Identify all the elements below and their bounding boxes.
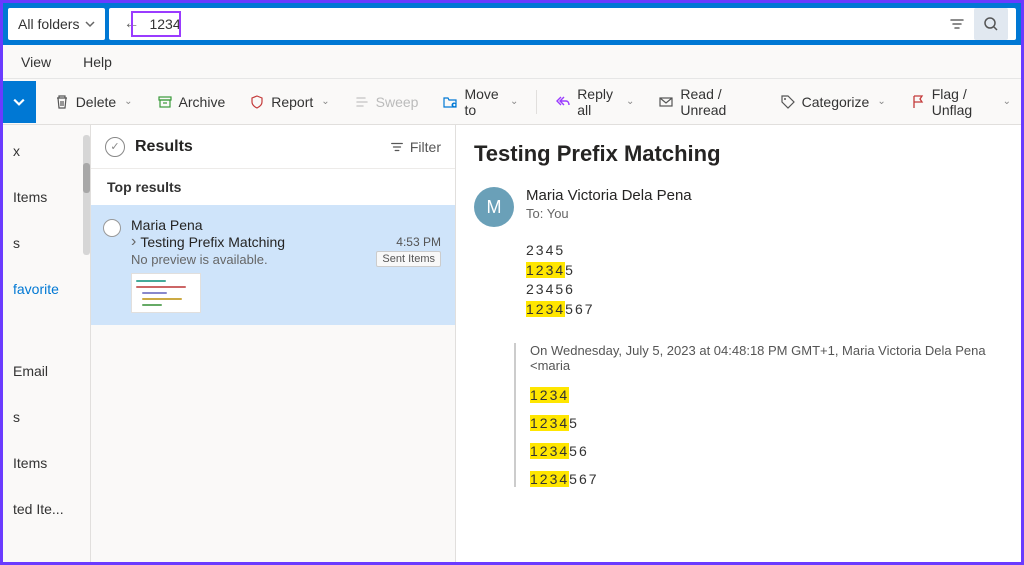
- archive-button[interactable]: Archive: [147, 86, 236, 118]
- shield-icon: [249, 94, 265, 110]
- search-scope-label: All folders: [18, 16, 79, 32]
- trash-icon: [54, 94, 70, 110]
- message-body: 234512345234561234567: [526, 241, 1003, 319]
- list-section-header: Top results: [91, 169, 455, 205]
- folder-item[interactable]: s: [9, 401, 90, 433]
- message-time: 4:53 PM: [396, 235, 441, 249]
- message-sender: Maria Pena: [131, 217, 441, 233]
- folder-item-favorite[interactable]: favorite: [9, 273, 90, 305]
- filter-button[interactable]: Filter: [390, 139, 441, 155]
- chevron-down-icon: [85, 19, 95, 29]
- reply-meta: On Wednesday, July 5, 2023 at 04:48:18 P…: [530, 343, 1003, 373]
- reading-subject: Testing Prefix Matching: [474, 141, 1003, 167]
- menu-bar: View Help: [3, 45, 1021, 79]
- chevron-down-icon: [13, 96, 25, 108]
- select-all-checkbox[interactable]: ✓: [105, 137, 125, 157]
- folder-move-icon: [442, 94, 458, 110]
- flag-icon: [910, 94, 926, 110]
- move-to-button[interactable]: Move to ⌄: [432, 86, 528, 118]
- filter-icon: [390, 140, 404, 154]
- menu-view[interactable]: View: [21, 54, 51, 70]
- sent-arrow-icon: ›: [131, 233, 136, 251]
- message-preview: No preview is available.: [131, 252, 376, 267]
- reply-body: 1234123451234561234567: [530, 387, 1003, 487]
- search-bar: All folders ←: [3, 3, 1021, 45]
- flag-button[interactable]: Flag / Unflag ⌄: [900, 86, 1021, 118]
- search-scope-dropdown[interactable]: All folders: [8, 8, 105, 40]
- from-name: Maria Victoria Dela Pena: [526, 187, 692, 204]
- message-folder-badge: Sent Items: [376, 251, 441, 267]
- chevron-down-icon: ⌄: [877, 96, 885, 107]
- report-button[interactable]: Report ⌄: [239, 86, 339, 118]
- read-unread-button[interactable]: Read / Unread: [648, 86, 765, 118]
- folder-scrollbar[interactable]: [83, 135, 90, 255]
- folder-item[interactable]: s: [9, 227, 90, 259]
- to-line: To: You: [526, 206, 692, 221]
- toolbar: Delete ⌄ Archive Report ⌄ Sweep Move to …: [3, 79, 1021, 125]
- categorize-button[interactable]: Categorize ⌄: [770, 86, 896, 118]
- folder-scroll-thumb[interactable]: [83, 163, 90, 193]
- filter-icon: [949, 16, 965, 32]
- search-input[interactable]: [145, 16, 940, 32]
- message-thumbnail: [131, 273, 201, 313]
- folder-item[interactable]: ted Ite...: [9, 493, 90, 525]
- avatar: M: [474, 187, 514, 227]
- envelope-icon: [658, 94, 674, 110]
- list-title: Results: [135, 138, 380, 156]
- reply-all-button[interactable]: Reply all ⌄: [545, 86, 644, 118]
- message-select-checkbox[interactable]: [103, 219, 121, 237]
- folder-item[interactable]: x: [9, 135, 90, 167]
- message-item[interactable]: Maria Pena › Testing Prefix Matching 4:5…: [91, 205, 455, 325]
- archive-icon: [157, 94, 173, 110]
- chevron-down-icon: ⌄: [321, 96, 329, 107]
- folder-item[interactable]: Items: [9, 447, 90, 479]
- search-submit-button[interactable]: [974, 8, 1008, 40]
- chevron-down-icon: ⌄: [626, 96, 634, 107]
- folder-item[interactable]: Items: [9, 181, 90, 213]
- folder-item[interactable]: Email: [9, 355, 90, 387]
- delete-button[interactable]: Delete ⌄: [44, 86, 143, 118]
- search-icon: [983, 16, 999, 32]
- chevron-down-icon: ⌄: [510, 96, 518, 107]
- chevron-down-icon: ⌄: [124, 96, 132, 107]
- menu-help[interactable]: Help: [83, 54, 112, 70]
- message-subject: Testing Prefix Matching: [140, 234, 392, 250]
- reply-all-icon: [555, 94, 571, 110]
- chevron-down-icon: ⌄: [1003, 96, 1011, 107]
- sweep-icon: [354, 94, 370, 110]
- message-list: ✓ Results Filter Top results Maria Pena …: [91, 125, 456, 562]
- reading-pane: Testing Prefix Matching M Maria Victoria…: [456, 125, 1021, 562]
- search-back-icon[interactable]: ←: [117, 15, 145, 33]
- quoted-reply: On Wednesday, July 5, 2023 at 04:48:18 P…: [514, 343, 1003, 487]
- search-filter-button[interactable]: [940, 8, 974, 40]
- toolbar-main-dropdown[interactable]: [3, 81, 36, 123]
- toolbar-separator: [536, 90, 537, 114]
- tag-icon: [780, 94, 796, 110]
- folder-pane: x Items s favorite Email s Items ted Ite…: [3, 125, 91, 562]
- sweep-button: Sweep: [344, 86, 429, 118]
